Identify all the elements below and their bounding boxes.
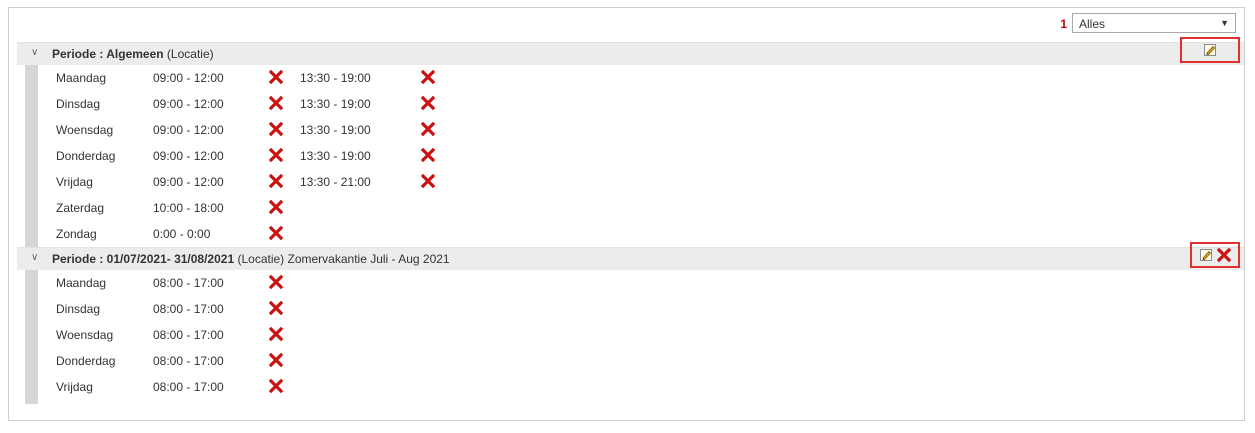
time-slot: 08:00 - 17:00: [153, 276, 224, 290]
delete-slot-icon[interactable]: [268, 173, 284, 189]
filter-select-value: Alles: [1079, 17, 1106, 31]
delete-slot-icon[interactable]: [268, 300, 284, 316]
delete-slot-icon[interactable]: [268, 121, 284, 137]
delete-slot-icon[interactable]: [268, 274, 284, 290]
toolbar: 1 Alles ▼: [9, 8, 1244, 42]
time-slot: 09:00 - 12:00: [153, 123, 224, 137]
delete-slot-icon[interactable]: [268, 378, 284, 394]
time-slot: 09:00 - 12:00: [153, 97, 224, 111]
time-slot: 13:30 - 19:00: [300, 149, 371, 163]
time-slot: 13:30 - 19:00: [300, 123, 371, 137]
period-indent-bar: [25, 270, 38, 404]
period-title: Periode : 01/07/2021- 31/08/2021 (Locati…: [52, 252, 450, 266]
time-slot: 13:30 - 19:00: [300, 97, 371, 111]
opening-hours-panel: 1 Alles ▼ ∨ Periode : Algemeen (Locatie) M…: [8, 7, 1245, 421]
day-label: Zondag: [56, 227, 97, 241]
edit-icon[interactable]: [1199, 248, 1213, 262]
period-title: Periode : Algemeen (Locatie): [52, 47, 214, 61]
day-label: Donderdag: [56, 149, 116, 163]
day-label: Maandag: [56, 276, 107, 290]
delete-slot-icon[interactable]: [268, 352, 284, 368]
chevron-down-icon[interactable]: ∨: [31, 47, 38, 58]
filter-select[interactable]: Alles ▼: [1072, 13, 1236, 33]
period-title-detail: (Locatie): [163, 47, 214, 61]
period-actions: [1180, 37, 1240, 63]
delete-slot-icon[interactable]: [268, 326, 284, 342]
day-label: Vrijdag: [56, 175, 93, 189]
day-label: Woensdag: [56, 328, 114, 342]
time-slot: 13:30 - 21:00: [300, 175, 371, 189]
delete-slot-icon[interactable]: [420, 95, 436, 111]
time-slot: 13:30 - 19:00: [300, 71, 371, 85]
time-slot: 09:00 - 12:00: [153, 175, 224, 189]
period-header[interactable]: ∨ Periode : Algemeen (Locatie): [17, 37, 1244, 65]
time-slot: 09:00 - 12:00: [153, 71, 224, 85]
time-slot: 10:00 - 18:00: [153, 201, 224, 215]
chevron-down-icon[interactable]: ∨: [31, 252, 38, 263]
time-slot: 09:00 - 12:00: [153, 149, 224, 163]
chevron-down-icon: ▼: [1220, 18, 1229, 28]
day-label: Donderdag: [56, 354, 116, 368]
edit-icon[interactable]: [1203, 43, 1217, 57]
delete-slot-icon[interactable]: [420, 147, 436, 163]
time-slot: 08:00 - 17:00: [153, 380, 224, 394]
day-label: Dinsdag: [56, 302, 101, 316]
period-actions: [1190, 242, 1240, 268]
period-title-main: Periode : 01/07/2021- 31/08/2021: [52, 252, 235, 266]
time-slot: 08:00 - 17:00: [153, 302, 224, 316]
delete-slot-icon[interactable]: [268, 69, 284, 85]
delete-slot-icon[interactable]: [268, 147, 284, 163]
period-title-detail: (Locatie) Zomervakantie Juli - Aug 2021: [234, 252, 450, 266]
period-indent-bar: [25, 65, 38, 247]
time-slot: 08:00 - 17:00: [153, 328, 224, 342]
delete-icon[interactable]: [1216, 247, 1232, 263]
delete-slot-icon[interactable]: [420, 69, 436, 85]
day-label: Dinsdag: [56, 97, 101, 111]
time-slot: 08:00 - 17:00: [153, 354, 224, 368]
day-label: Woensdag: [56, 123, 114, 137]
day-label: Zaterdag: [56, 201, 105, 215]
period-header[interactable]: ∨ Periode : 01/07/2021- 31/08/2021 (Locat…: [17, 242, 1244, 270]
time-slot: 0:00 - 0:00: [153, 227, 211, 241]
delete-slot-icon[interactable]: [268, 95, 284, 111]
delete-slot-icon[interactable]: [268, 225, 284, 241]
delete-slot-icon[interactable]: [420, 173, 436, 189]
result-count: 1: [1060, 17, 1067, 31]
day-label: Vrijdag: [56, 380, 93, 394]
delete-slot-icon[interactable]: [268, 199, 284, 215]
period-title-main: Periode : Algemeen: [52, 47, 164, 61]
day-label: Maandag: [56, 71, 107, 85]
delete-slot-icon[interactable]: [420, 121, 436, 137]
